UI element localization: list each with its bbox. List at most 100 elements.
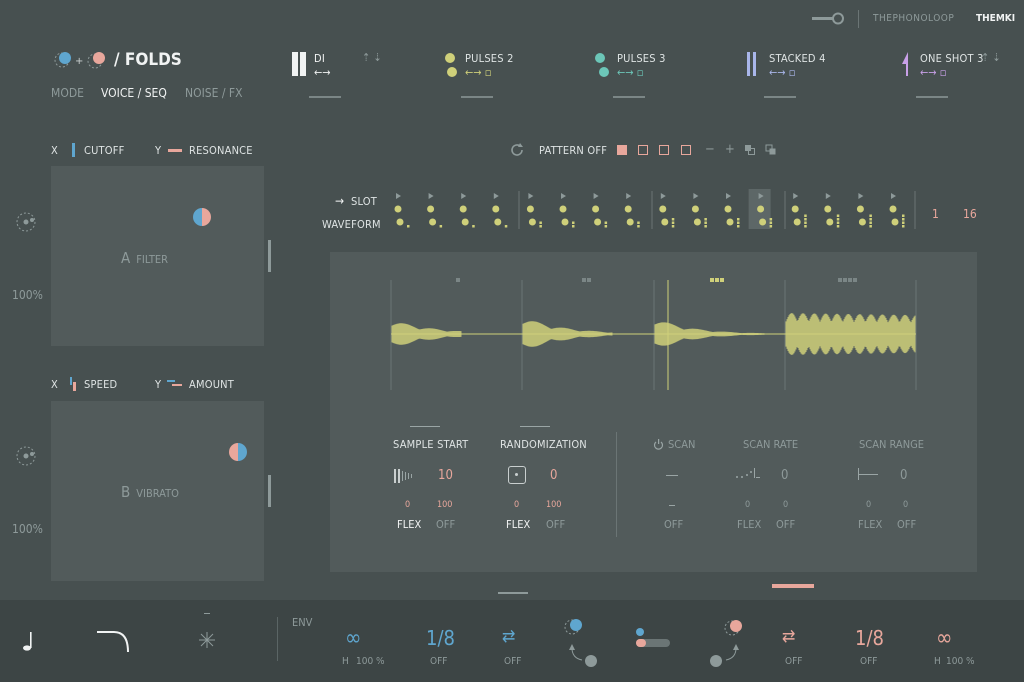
step-slot-dot[interactable] <box>624 205 632 213</box>
scan-rate-min[interactable]: 0 <box>745 500 750 510</box>
note-icon[interactable] <box>22 630 36 652</box>
step-wave-pip[interactable] <box>804 218 807 221</box>
left-division[interactable]: 1/8 <box>426 626 455 650</box>
step-wave-pip[interactable] <box>804 221 807 225</box>
pattern-copy-icon[interactable] <box>745 145 755 155</box>
step-slot-dot[interactable] <box>791 205 799 213</box>
step-wave-dot[interactable] <box>396 218 404 226</box>
step-slot-dot[interactable] <box>659 205 667 213</box>
left-percent[interactable]: 100 % <box>356 656 385 667</box>
step-slot-dot[interactable] <box>394 205 402 213</box>
step-wave-dot[interactable] <box>661 218 669 226</box>
xy-pad-a[interactable]: A FILTER <box>51 166 264 346</box>
step-play-icon[interactable] <box>461 193 467 199</box>
pad-a-handle[interactable] <box>193 208 211 226</box>
scan-range-off[interactable]: OFF <box>897 518 916 531</box>
slot-1-updown-icon[interactable]: ⇡ ⇣ <box>362 51 382 64</box>
pattern-add-icon[interactable]: + <box>725 142 735 157</box>
step-wave-pip[interactable] <box>704 218 707 221</box>
step-slot-dot[interactable] <box>592 205 600 213</box>
pattern-3-button[interactable] <box>659 145 669 155</box>
step-wave-pip[interactable] <box>836 221 840 225</box>
step-play-icon[interactable] <box>593 193 599 199</box>
sample-start-value[interactable]: 10 <box>438 468 453 483</box>
step-wave-dot[interactable] <box>429 218 437 226</box>
pad-b-mod-icon[interactable] <box>14 444 38 468</box>
pad-a-amount[interactable]: 100% <box>12 288 43 302</box>
pad-a-mod-icon[interactable] <box>14 210 38 234</box>
step-wave-pip[interactable] <box>504 225 508 228</box>
left-swap-icon[interactable]: ⇄ <box>502 626 516 647</box>
scan-range-flex[interactable]: FLEX <box>858 518 882 531</box>
step-slot-dot[interactable] <box>824 205 832 213</box>
step-slot-dot[interactable] <box>757 205 765 213</box>
step-play-icon[interactable] <box>493 193 499 199</box>
sample-start-min[interactable]: 0 <box>405 500 410 510</box>
tab-voice-seq[interactable]: VOICE / SEQ <box>101 86 167 100</box>
right-swap-off[interactable]: OFF <box>785 656 802 667</box>
slot-5[interactable]: ONE SHOT 3 ←→ ▫ ⇡ ⇣ <box>898 50 1018 100</box>
pattern-end[interactable]: 16 <box>963 207 977 221</box>
step-wave-dot[interactable] <box>626 218 634 226</box>
sample-start-off[interactable]: OFF <box>436 518 455 531</box>
step-play-icon[interactable] <box>660 193 666 199</box>
step-wave-pip[interactable] <box>769 221 773 225</box>
pad-a-y-label[interactable]: RESONANCE <box>189 144 253 157</box>
scan-range-min[interactable]: 0 <box>866 500 871 510</box>
step-slot-dot[interactable] <box>427 205 435 213</box>
step-wave-pip[interactable] <box>737 218 740 221</box>
step-wave-dot[interactable] <box>858 218 866 226</box>
step-wave-pip[interactable] <box>539 225 542 228</box>
left-swap-off[interactable]: OFF <box>504 656 521 667</box>
step-wave-pip[interactable] <box>439 225 443 228</box>
pattern-start[interactable]: 1 <box>932 207 939 221</box>
sample-start-flex[interactable]: FLEX <box>397 518 421 531</box>
panel-resize-handle[interactable] <box>498 592 528 594</box>
scan-power-icon[interactable] <box>653 439 664 450</box>
step-wave-pip[interactable] <box>769 218 773 221</box>
step-wave-dot[interactable] <box>594 218 602 226</box>
scan-rate-value[interactable]: 0 <box>781 468 788 483</box>
step-wave-pip[interactable] <box>704 225 707 228</box>
step-wave-pip[interactable] <box>671 218 675 221</box>
env-curve-icon[interactable] <box>96 628 132 654</box>
right-percent[interactable]: 100 % <box>946 656 975 667</box>
scan-rate-max[interactable]: 0 <box>783 500 788 510</box>
preset-name[interactable]: / FOLDS <box>114 50 182 70</box>
step-wave-pip[interactable] <box>604 221 608 225</box>
waveform-panel[interactable]: SAMPLE START 10 0 100 FLEX OFF RANDOMIZA… <box>330 252 977 572</box>
randomization-value[interactable]: 0 <box>550 468 557 483</box>
randomization-min[interactable]: 0 <box>514 500 519 510</box>
pad-a-x-label[interactable]: CUTOFF <box>84 144 125 157</box>
step-wave-dot[interactable] <box>528 218 536 226</box>
step-wave-pip[interactable] <box>671 221 675 225</box>
scan-range-max[interactable]: 0 <box>903 500 908 510</box>
step-play-icon[interactable] <box>528 193 534 199</box>
sample-start-max[interactable]: 100 <box>437 500 452 510</box>
step-wave-pip[interactable] <box>836 214 840 218</box>
step-wave-pip[interactable] <box>804 225 807 228</box>
step-wave-pip[interactable] <box>604 225 608 228</box>
pad-b-amount[interactable]: 100% <box>12 522 43 536</box>
mix-slider-icon[interactable] <box>634 628 672 650</box>
step-wave-pip[interactable] <box>407 225 410 228</box>
infinity-icon-left[interactable]: ∞ <box>345 628 362 650</box>
step-slot-dot[interactable] <box>691 205 699 213</box>
step-wave-dot[interactable] <box>759 218 767 226</box>
step-play-icon[interactable] <box>396 193 401 199</box>
scan-range-value[interactable]: 0 <box>900 468 907 483</box>
step-wave-dot[interactable] <box>494 218 502 226</box>
step-wave-dot[interactable] <box>793 218 801 226</box>
waveform-display[interactable] <box>330 272 977 422</box>
wrench-icon[interactable] <box>812 12 846 26</box>
step-wave-pip[interactable] <box>869 218 872 221</box>
step-wave-pip[interactable] <box>637 221 640 225</box>
step-wave-dot[interactable] <box>891 218 899 226</box>
step-play-icon[interactable] <box>693 193 699 199</box>
step-wave-pip[interactable] <box>539 221 542 225</box>
pad-b-scroll-handle[interactable] <box>268 475 271 507</box>
step-wave-pip[interactable] <box>472 225 475 228</box>
left-division-off[interactable]: OFF <box>430 656 447 667</box>
step-wave-dot[interactable] <box>561 218 569 226</box>
step-slot-dot[interactable] <box>492 205 500 213</box>
